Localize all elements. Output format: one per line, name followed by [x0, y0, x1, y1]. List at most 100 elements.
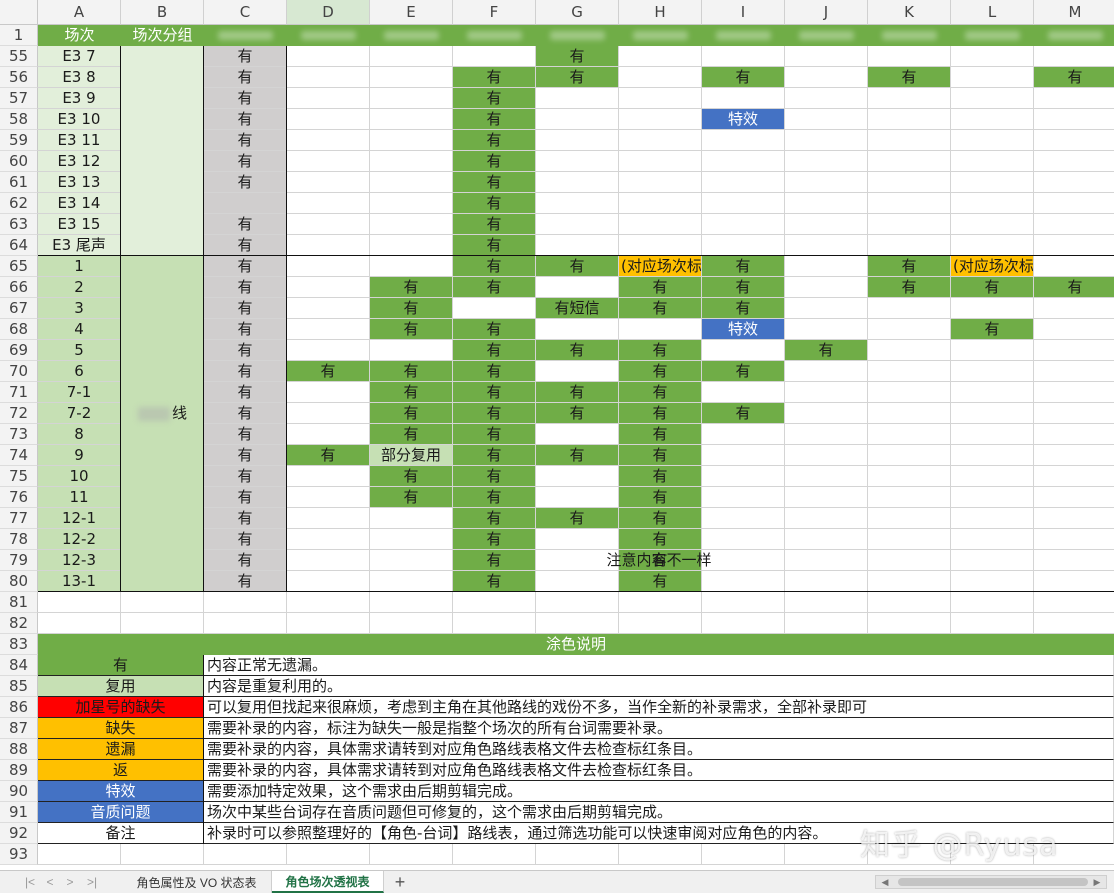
cell-k62[interactable]	[868, 193, 951, 214]
cell-i66[interactable]: 有	[702, 277, 785, 298]
scene-group-cell[interactable]	[121, 487, 204, 508]
cell-h76[interactable]: 有	[619, 487, 702, 508]
cell-j69[interactable]: 有	[785, 340, 868, 361]
cell-j59[interactable]	[785, 130, 868, 151]
empty-cell[interactable]	[204, 613, 287, 634]
column-header-h[interactable]: H	[619, 0, 702, 25]
cell-f57[interactable]: 有	[453, 88, 536, 109]
scene-group-cell[interactable]	[121, 382, 204, 403]
status-cell-c[interactable]: 有	[204, 214, 287, 235]
cell-e70[interactable]: 有	[370, 361, 453, 382]
cell-i78[interactable]	[702, 529, 785, 550]
cell-h72[interactable]: 有	[619, 403, 702, 424]
cell-l79[interactable]	[951, 550, 1034, 571]
cell-h60[interactable]	[619, 151, 702, 172]
status-cell-c[interactable]: 有	[204, 298, 287, 319]
cell-g73[interactable]	[536, 424, 619, 445]
scene-cell[interactable]: 12-3	[38, 550, 121, 571]
cell-i64[interactable]	[702, 235, 785, 256]
cell-i80[interactable]	[702, 571, 785, 592]
legend-description[interactable]: 需要补录的内容，具体需求请转到对应角色路线表格文件去检查标红条目。	[204, 760, 1114, 781]
status-cell-c[interactable]	[204, 193, 287, 214]
cell-j78[interactable]	[785, 529, 868, 550]
row-header-71[interactable]: 71	[0, 382, 38, 403]
scene-cell[interactable]: 2	[38, 277, 121, 298]
scene-group-cell[interactable]	[121, 235, 204, 256]
cell-i65[interactable]: 有	[702, 256, 785, 277]
row-header-89[interactable]: 89	[0, 760, 38, 781]
cell-f56[interactable]: 有	[453, 67, 536, 88]
cell-m78[interactable]	[1034, 529, 1114, 550]
first-sheet-icon[interactable]: |<	[22, 874, 38, 890]
cell-i72[interactable]: 有	[702, 403, 785, 424]
column-header-j[interactable]: J	[785, 0, 868, 25]
cell-k63[interactable]	[868, 214, 951, 235]
cell-i55[interactable]	[702, 46, 785, 67]
cell-g80[interactable]	[536, 571, 619, 592]
status-cell-c[interactable]: 有	[204, 172, 287, 193]
cell-j61[interactable]	[785, 172, 868, 193]
cell-f61[interactable]: 有	[453, 172, 536, 193]
cell-k73[interactable]	[868, 424, 951, 445]
cell-d57[interactable]	[287, 88, 370, 109]
cell-k76[interactable]	[868, 487, 951, 508]
cell-l59[interactable]	[951, 130, 1034, 151]
scene-cell[interactable]: E3 15	[38, 214, 121, 235]
cell-h58[interactable]	[619, 109, 702, 130]
scene-group-cell[interactable]	[121, 214, 204, 235]
empty-cell[interactable]	[702, 844, 785, 865]
cell-g78[interactable]	[536, 529, 619, 550]
cell-d56[interactable]	[287, 67, 370, 88]
cell-d67[interactable]	[287, 298, 370, 319]
row-header-61[interactable]: 61	[0, 172, 38, 193]
scene-cell[interactable]: E3 9	[38, 88, 121, 109]
cell-i56[interactable]: 有	[702, 67, 785, 88]
cell-g60[interactable]	[536, 151, 619, 172]
status-cell-c[interactable]: 有	[204, 445, 287, 466]
cell-l72[interactable]	[951, 403, 1034, 424]
status-cell-c[interactable]: 有	[204, 340, 287, 361]
column-header-g[interactable]: G	[536, 0, 619, 25]
scene-group-cell[interactable]	[121, 424, 204, 445]
scene-cell[interactable]: E3 12	[38, 151, 121, 172]
cell-k79[interactable]	[868, 550, 951, 571]
legend-label[interactable]: 缺失	[38, 718, 204, 739]
empty-cell[interactable]	[536, 844, 619, 865]
cell-g69[interactable]: 有	[536, 340, 619, 361]
status-cell-c[interactable]: 有	[204, 508, 287, 529]
status-cell-c[interactable]: 有	[204, 361, 287, 382]
cell-g76[interactable]	[536, 487, 619, 508]
legend-label[interactable]: 加星号的缺失	[38, 697, 204, 718]
row-header-57[interactable]: 57	[0, 88, 38, 109]
cell-e80[interactable]	[370, 571, 453, 592]
row-header-93[interactable]: 93	[0, 844, 38, 865]
column-header-d[interactable]: D	[287, 0, 370, 25]
cell-e67[interactable]: 有	[370, 298, 453, 319]
row-header-72[interactable]: 72	[0, 403, 38, 424]
scene-group-cell[interactable]	[121, 151, 204, 172]
cell-f78[interactable]: 有	[453, 529, 536, 550]
empty-cell[interactable]	[370, 592, 453, 613]
cell-k67[interactable]	[868, 298, 951, 319]
empty-cell[interactable]	[38, 613, 121, 634]
cell-h57[interactable]	[619, 88, 702, 109]
cell-k55[interactable]	[868, 46, 951, 67]
cell-e59[interactable]	[370, 130, 453, 151]
cell-f77[interactable]: 有	[453, 508, 536, 529]
cell-h73[interactable]: 有	[619, 424, 702, 445]
column-header-k[interactable]: K	[868, 0, 951, 25]
cell-e65[interactable]	[370, 256, 453, 277]
cell-d61[interactable]	[287, 172, 370, 193]
legend-description[interactable]: 可以复用但找起来很麻烦，考虑到主角在其他路线的戏份不多，当作全新的补录需求，全部…	[204, 697, 1114, 718]
cell-e75[interactable]: 有	[370, 466, 453, 487]
cell-m66[interactable]: 有	[1034, 277, 1114, 298]
row-header-77[interactable]: 77	[0, 508, 38, 529]
cell-m56[interactable]: 有	[1034, 67, 1114, 88]
scene-group-cell[interactable]	[121, 466, 204, 487]
cell-e56[interactable]	[370, 67, 453, 88]
cell-k68[interactable]	[868, 319, 951, 340]
cell-f75[interactable]: 有	[453, 466, 536, 487]
cell-i69[interactable]	[702, 340, 785, 361]
scene-cell[interactable]: 11	[38, 487, 121, 508]
column-header-c[interactable]: C	[204, 0, 287, 25]
